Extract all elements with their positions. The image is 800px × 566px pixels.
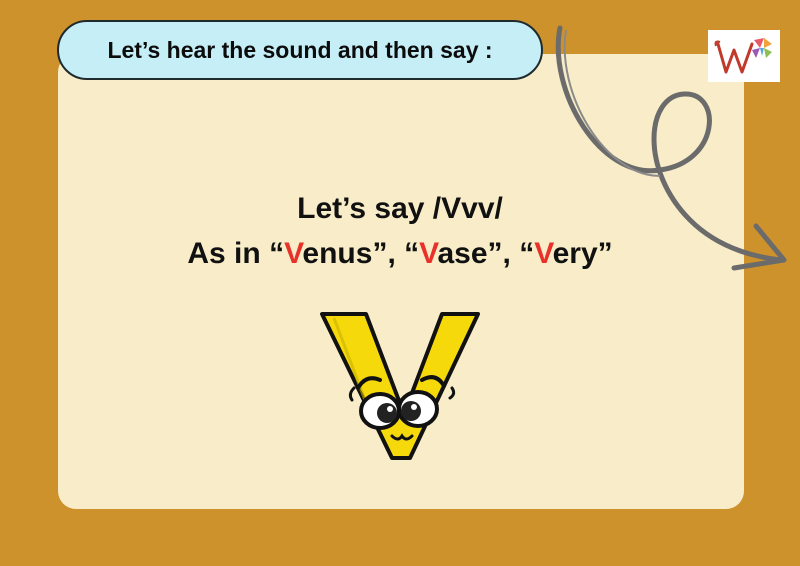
red-initial: V xyxy=(534,237,553,270)
example-word: “Venus”, xyxy=(269,237,405,270)
lesson-text: Let’s say /Vvv/ As in “Venus”, “Vase”, “… xyxy=(0,186,800,276)
curly-arrow-icon xyxy=(555,25,787,271)
example-prefix: As in xyxy=(187,237,270,270)
letter-v-character xyxy=(320,312,480,460)
lesson-line-1: Let’s say /Vvv/ xyxy=(297,192,503,225)
lesson-line-2: As in “Venus”, “Vase”, “Very” xyxy=(0,231,800,276)
example-word: “Vase”, xyxy=(404,237,520,270)
example-word: “Very” xyxy=(519,237,613,270)
red-initial: V xyxy=(284,237,303,270)
red-initial: V xyxy=(419,237,438,270)
